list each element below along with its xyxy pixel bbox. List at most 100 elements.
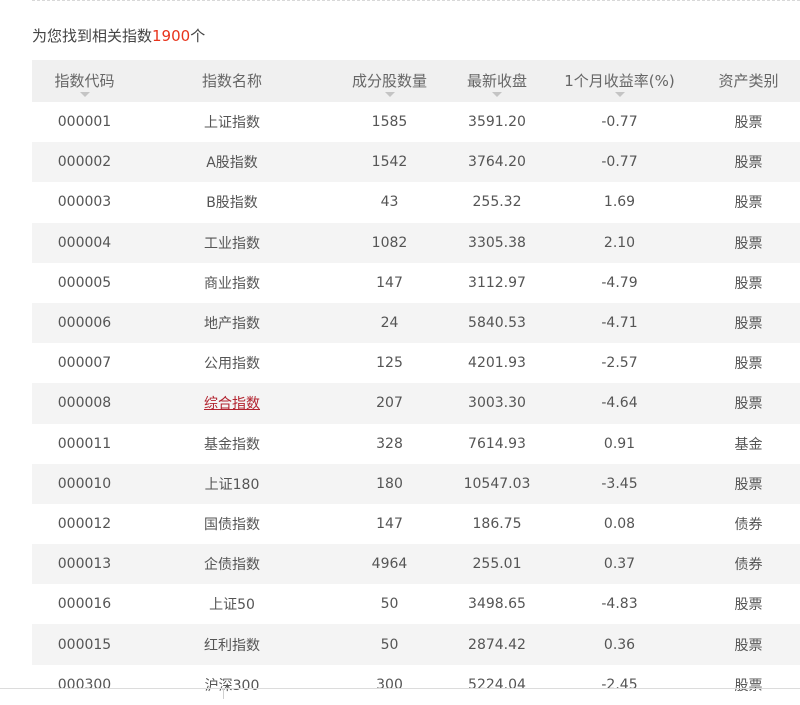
index-name-link[interactable]: 工业指数 xyxy=(204,236,260,252)
sort-down-icon[interactable] xyxy=(614,92,625,97)
table-row[interactable]: 000006 地产指数 24 5840.53 -4.71 股票 xyxy=(32,302,800,344)
cell-asset-class: 股票 xyxy=(697,302,800,344)
table-row[interactable]: 000300 沪深300 300 5224.04 -2.45 股票 xyxy=(32,665,800,705)
cell-close: 3003.30 xyxy=(452,383,542,424)
cell-close: 3498.65 xyxy=(468,596,526,613)
cell-asset-class: 债券 xyxy=(734,516,763,533)
index-name-link[interactable]: 国债指数 xyxy=(204,517,260,533)
cell-code: 000013 xyxy=(32,544,137,585)
cell-name: 地产指数 xyxy=(137,302,327,344)
index-name-link[interactable]: 地产指数 xyxy=(204,316,260,332)
sort-down-icon[interactable] xyxy=(384,92,395,97)
index-name-link[interactable]: 商业指数 xyxy=(204,276,260,292)
cell-close: 3112.97 xyxy=(468,274,526,291)
cell-name: 公用指数 xyxy=(137,343,327,383)
cell-asset-class: 股票 xyxy=(734,195,763,212)
table-row[interactable]: 000012 国债指数 147 186.75 0.08 债券 xyxy=(32,504,800,544)
table-row[interactable]: 000011 基金指数 328 7614.93 0.91 基金 xyxy=(32,424,800,464)
cell-constituents: 4964 xyxy=(327,544,452,585)
header-name: 指数名称 xyxy=(137,60,327,102)
cell-return-1m: -3.45 xyxy=(542,463,697,504)
cell-return-1m: -0.77 xyxy=(542,142,697,183)
index-name-link[interactable]: 企债指数 xyxy=(204,557,260,573)
table-row[interactable]: 000005 商业指数 147 3112.97 -4.79 股票 xyxy=(32,263,800,303)
cell-asset-class: 股票 xyxy=(734,597,763,614)
cell-constituents: 50 xyxy=(327,624,452,665)
table-row[interactable]: 000004 工业指数 1082 3305.38 2.10 股票 xyxy=(32,222,800,263)
cell-name: 上证指数 xyxy=(137,102,327,142)
cell-code: 000011 xyxy=(57,435,112,452)
index-name-link[interactable]: 上证180 xyxy=(205,477,260,493)
index-name-link[interactable]: 综合指数 xyxy=(204,396,260,412)
cell-constituents: 147 xyxy=(376,515,403,532)
cell-constituents: 50 xyxy=(380,596,399,613)
index-name-link[interactable]: 红利指数 xyxy=(204,638,260,654)
sort-down-icon[interactable] xyxy=(79,92,90,97)
header-constituents[interactable]: 成分股数量 xyxy=(327,60,452,102)
cell-return-1m: -2.57 xyxy=(601,355,638,372)
header-code[interactable]: 指数代码 xyxy=(32,60,137,102)
cell-code: 000015 xyxy=(32,624,137,665)
cell-return-1m: 0.36 xyxy=(542,624,697,665)
cell-name: 企债指数 xyxy=(137,544,327,585)
table-row[interactable]: 000008 综合指数 207 3003.30 -4.64 股票 xyxy=(32,383,800,424)
result-summary: 为您找到相关指数1900个 xyxy=(32,26,205,46)
summary-prefix: 为您找到相关指数 xyxy=(32,27,153,45)
cell-close: 4201.93 xyxy=(468,355,526,372)
cell-close: 5224.04 xyxy=(468,676,526,693)
cell-constituents: 125 xyxy=(376,355,403,372)
cell-close: 5840.53 xyxy=(452,302,542,344)
cell-close: 255.32 xyxy=(472,194,522,211)
sort-down-icon[interactable] xyxy=(492,92,502,97)
cell-name: 上证50 xyxy=(137,584,327,624)
cell-constituents: 1585 xyxy=(371,114,408,131)
cell-return-1m: -0.77 xyxy=(601,114,638,131)
cell-close: 255.01 xyxy=(452,544,542,585)
cell-constituents: 24 xyxy=(327,302,452,344)
cell-code: 000008 xyxy=(32,383,137,424)
table-row[interactable]: 000010 上证180 180 10547.03 -3.45 股票 xyxy=(32,463,800,504)
table-row[interactable]: 000016 上证50 50 3498.65 -4.83 股票 xyxy=(32,584,800,624)
cell-constituents: 328 xyxy=(376,435,403,452)
bottom-divider xyxy=(0,688,800,689)
index-name-link[interactable]: 公用指数 xyxy=(204,356,260,372)
cell-asset-class: 基金 xyxy=(734,436,763,453)
cell-asset-class: 股票 xyxy=(734,677,763,694)
index-name-link[interactable]: 上证指数 xyxy=(204,115,260,131)
cell-asset-class: 股票 xyxy=(697,463,800,504)
table-row[interactable]: 000015 红利指数 50 2874.42 0.36 股票 xyxy=(32,624,800,665)
index-name-link[interactable]: 沪深300 xyxy=(205,678,260,694)
index-name-link[interactable]: 上证50 xyxy=(209,597,255,613)
cell-return-1m: 0.08 xyxy=(603,515,636,532)
cell-code: 000010 xyxy=(32,463,137,504)
cell-code: 000004 xyxy=(32,222,137,263)
cell-asset-class: 股票 xyxy=(697,142,800,183)
cell-constituents: 147 xyxy=(376,274,403,291)
cell-constituents: 1082 xyxy=(327,222,452,263)
cell-code: 000002 xyxy=(32,142,137,183)
index-name-link[interactable]: A股指数 xyxy=(206,155,258,171)
index-name-link[interactable]: B股指数 xyxy=(206,195,258,211)
table-row[interactable]: 000007 公用指数 125 4201.93 -2.57 股票 xyxy=(32,343,800,383)
cell-code: 000001 xyxy=(57,114,112,131)
index-table: 指数代码 指数名称 成分股数量 最新收盘 1个月收益率(%) 资产类别 000001 上证指… xyxy=(32,60,800,705)
cell-asset-class: 债券 xyxy=(697,544,800,585)
table-row[interactable]: 000003 B股指数 43 255.32 1.69 股票 xyxy=(32,182,800,222)
table-header-row: 指数代码 指数名称 成分股数量 最新收盘 1个月收益率(%) 资产类别 xyxy=(32,60,800,102)
table-row[interactable]: 000001 上证指数 1585 3591.20 -0.77 股票 xyxy=(32,102,800,142)
cell-return-1m: -2.45 xyxy=(601,676,638,693)
table-row[interactable]: 000002 A股指数 1542 3764.20 -0.77 股票 xyxy=(32,142,800,183)
cell-name: 上证180 xyxy=(137,463,327,504)
header-close[interactable]: 最新收盘 xyxy=(452,60,542,102)
table-row[interactable]: 000013 企债指数 4964 255.01 0.37 债券 xyxy=(32,544,800,585)
cell-return-1m: -4.83 xyxy=(601,596,638,613)
table-header: 指数代码 指数名称 成分股数量 最新收盘 1个月收益率(%) 资产类别 xyxy=(32,60,800,102)
header-return-1m[interactable]: 1个月收益率(%) xyxy=(542,60,697,102)
index-name-link[interactable]: 基金指数 xyxy=(204,437,260,453)
cell-asset-class: 股票 xyxy=(697,222,800,263)
cell-asset-class: 股票 xyxy=(734,356,763,373)
cell-code: 000012 xyxy=(57,515,112,532)
cell-return-1m: 0.37 xyxy=(542,544,697,585)
cell-close: 3305.38 xyxy=(452,222,542,263)
cell-close: 2874.42 xyxy=(452,624,542,665)
